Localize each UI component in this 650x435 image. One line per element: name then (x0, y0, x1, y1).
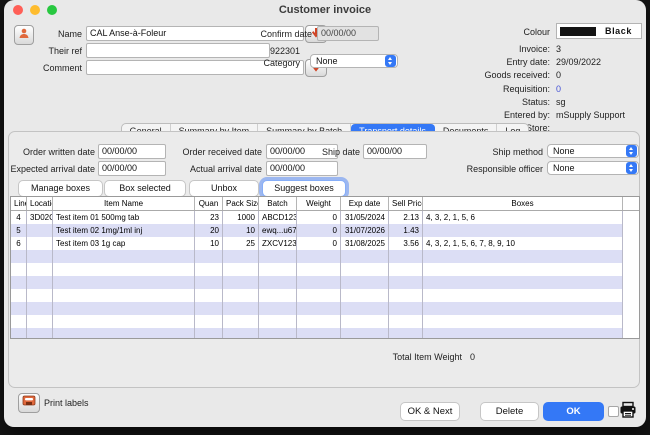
dropdown-stepper-icon (626, 145, 637, 157)
info-value-requisition-[interactable]: 0 (556, 84, 561, 94)
info-label-entered-by-: Entered by: (364, 110, 550, 120)
expected-arrival-date-input[interactable]: 00/00/00 (98, 161, 166, 176)
colour-label: Colour (364, 27, 550, 37)
column-header-pack-size[interactable]: Pack Size (223, 197, 259, 210)
table-row[interactable]: 43D02CTest item 01 500mg tab231000ABCD12… (11, 211, 639, 224)
colour-value: Black (596, 26, 641, 36)
responsible-officer-label: Responsible officer (462, 164, 543, 174)
expected-arrival-date-label: Expected arrival date (8, 164, 95, 174)
box-selected-button[interactable]: Box selected (104, 180, 186, 197)
table-empty-row[interactable] (11, 302, 639, 315)
column-header-line[interactable]: Line (11, 197, 27, 210)
info-label-entry-date-: Entry date: (364, 57, 550, 67)
table-empty-row[interactable] (11, 328, 639, 339)
print-checkbox[interactable] (608, 406, 619, 417)
their-ref-label: Their ref (24, 46, 82, 56)
ship-method-select[interactable]: None (547, 144, 639, 158)
suggest-boxes-button[interactable]: Suggest boxes (262, 180, 346, 197)
dropdown-stepper-icon (626, 162, 637, 174)
ship-date-label: Ship date (304, 147, 360, 157)
ok-next-button[interactable]: OK & Next (400, 402, 460, 421)
label-printer-icon (22, 394, 36, 412)
responsible-officer-select[interactable]: None (547, 161, 639, 175)
actual-arrival-date-label: Actual arrival date (174, 164, 262, 174)
info-label-invoice-: Invoice: (364, 44, 550, 54)
total-item-weight-value: 0 (470, 352, 475, 362)
ship-method-label: Ship method (462, 147, 543, 157)
ok-button[interactable]: OK (543, 402, 604, 421)
info-value-entry-date-: 29/09/2022 (556, 57, 601, 67)
column-header-item-name[interactable]: Item Name (53, 197, 195, 210)
column-header-exp-date[interactable]: Exp date (341, 197, 389, 210)
table-header-row: LineLocationItem NameQuanPack SizeBatchW… (11, 197, 639, 211)
table-empty-row[interactable] (11, 315, 639, 328)
info-value-invoice-: 3 (556, 44, 561, 54)
their-ref-input[interactable] (86, 43, 270, 58)
column-header-weight[interactable]: Weight (297, 197, 341, 210)
invoice-ref-number: 922301 (270, 46, 300, 56)
info-label-requisition-: Requisition: (364, 84, 550, 94)
ship-method-value: None (553, 146, 626, 156)
delete-button[interactable]: Delete (480, 402, 539, 421)
category-label: Category (234, 58, 300, 68)
column-header-sell-price[interactable]: Sell Price (389, 197, 423, 210)
column-header-quan[interactable]: Quan (195, 197, 223, 210)
info-label-goods-received-: Goods received: (364, 70, 550, 80)
table-gutter (623, 197, 640, 210)
comment-label: Comment (24, 63, 82, 73)
table-empty-row[interactable] (11, 250, 639, 263)
actual-arrival-date-input[interactable]: 00/00/00 (266, 161, 338, 176)
colour-swatch (560, 27, 596, 36)
info-value-entered-by-: mSupply Support (556, 110, 625, 120)
info-label-status-: Status: (364, 97, 550, 107)
customer-invoice-window: Customer invoice Name CAL Anse-à-Foleur … (4, 0, 646, 427)
table-row[interactable]: 5Test item 02 1mg/1ml inj2010ewq...u6780… (11, 224, 639, 237)
responsible-officer-value: None (553, 163, 626, 173)
print-labels-label: Print labels (44, 398, 89, 408)
items-table: LineLocationItem NameQuanPack SizeBatchW… (10, 196, 640, 339)
unbox-button[interactable]: Unbox (189, 180, 259, 197)
info-value-goods-received-: 0 (556, 70, 561, 80)
order-written-date-input[interactable]: 00/00/00 (98, 144, 166, 159)
name-label: Name (24, 29, 82, 39)
manage-boxes-button[interactable]: Manage boxes (18, 180, 103, 197)
printer-icon[interactable] (619, 401, 637, 424)
print-labels-button[interactable] (18, 393, 40, 413)
colour-select[interactable]: Black (556, 23, 642, 39)
column-header-boxes[interactable]: Boxes (423, 197, 623, 210)
total-item-weight-label: Total Item Weight (284, 352, 462, 362)
confirm-date-label: Confirm date (234, 29, 312, 39)
order-written-date-label: Order written date (8, 147, 95, 157)
column-header-batch[interactable]: Batch (259, 197, 297, 210)
order-received-date-label: Order received date (174, 147, 262, 157)
title-bar: Customer invoice (4, 0, 646, 20)
table-empty-row[interactable] (11, 289, 639, 302)
ship-date-input[interactable]: 00/00/00 (363, 144, 427, 159)
window-title: Customer invoice (4, 4, 646, 16)
table-empty-row[interactable] (11, 263, 639, 276)
info-value-status-: sg (556, 97, 566, 107)
column-header-location[interactable]: Location (27, 197, 53, 210)
table-row[interactable]: 6Test item 03 1g cap1025ZXCV1234031/08/2… (11, 237, 639, 250)
table-empty-row[interactable] (11, 276, 639, 289)
